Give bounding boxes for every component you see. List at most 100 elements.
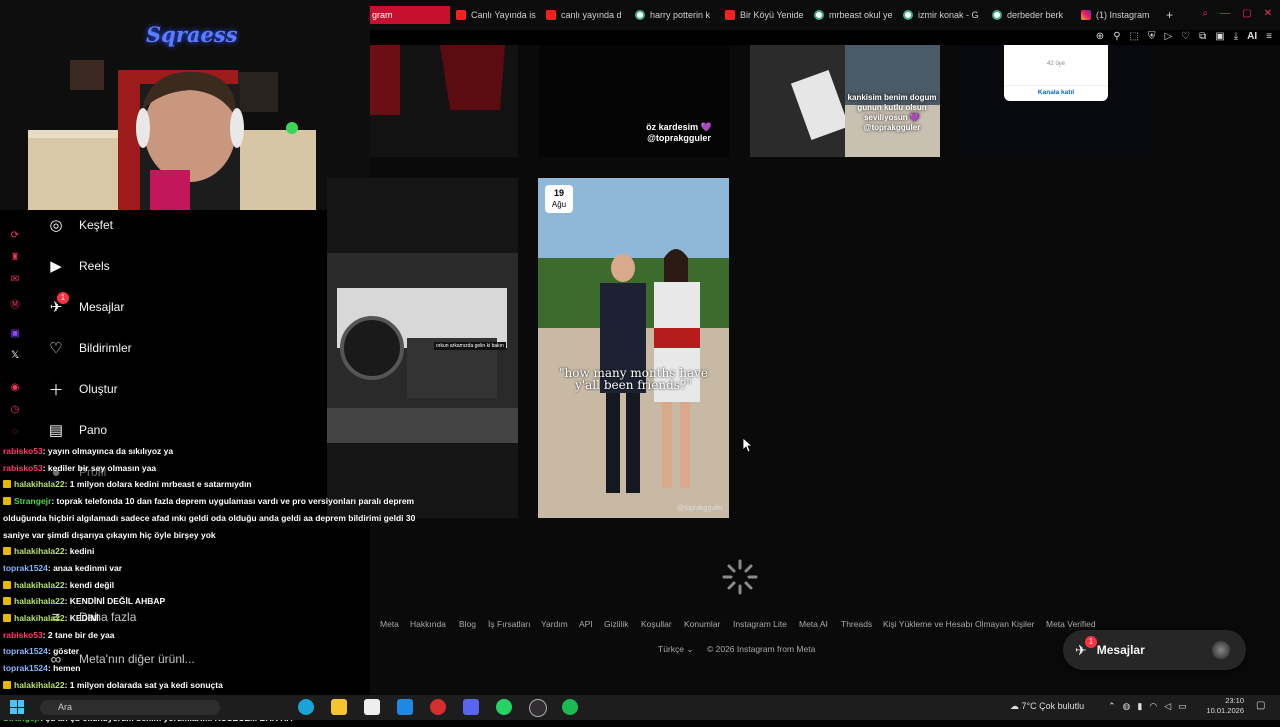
webcam-overlay: Sqraess xyxy=(0,0,370,210)
shield-icon[interactable]: ⛨ xyxy=(1148,31,1156,45)
opera-icon[interactable] xyxy=(430,699,446,715)
compass-icon: ◎ xyxy=(49,217,63,234)
sidebar-item-reels[interactable]: ▶ Reels xyxy=(47,257,109,275)
pin-icon[interactable]: ⚲ xyxy=(1113,31,1120,45)
ai-button[interactable]: AI xyxy=(1247,31,1257,45)
file-explorer-icon[interactable] xyxy=(331,699,347,715)
footer-link[interactable]: Gizlilik xyxy=(604,619,629,629)
chat-username: halakihala22 xyxy=(14,613,65,624)
obs-icon[interactable] xyxy=(529,699,547,717)
taskbar-search[interactable]: Ara xyxy=(40,700,220,715)
app-icon[interactable] xyxy=(397,699,413,715)
search-icon[interactable]: ⌕ xyxy=(1203,8,1209,19)
chat-message: toprak1524: hemen xyxy=(0,660,420,677)
chat-text: : kediler bir sey olmasın yaa xyxy=(42,462,157,473)
minimize-icon[interactable]: — xyxy=(1220,8,1230,19)
footer-link[interactable]: Konumlar xyxy=(684,619,720,629)
weather-widget[interactable]: ☁ 7°C Çok bulutlu xyxy=(1010,701,1084,712)
twitch-icon[interactable]: ▣ xyxy=(8,328,22,340)
post-tile-friends[interactable]: 19 Ağu "how many months have y'all been … xyxy=(538,178,729,518)
messages-pill-button[interactable]: ✈ 1 Mesajlar xyxy=(1063,630,1246,670)
chat-message: olduğunda hiçbiri algılamadı sadece afad… xyxy=(0,510,420,527)
rail-icon[interactable]: ◌ xyxy=(8,426,22,438)
chat-message: halakihala22: 1 milyon dolara kedini mrb… xyxy=(0,476,420,493)
sidebar-item-bildirimler[interactable]: ♡ Bildirimler xyxy=(47,339,131,357)
tab-youtube-3[interactable]: Bir Köyü Yenide xyxy=(725,6,805,24)
footer-link[interactable]: Threads xyxy=(841,619,872,629)
copyright: © 2026 Instagram from Meta xyxy=(707,644,816,654)
screenshot-icon[interactable]: ⬚ xyxy=(1130,31,1139,45)
join-channel-button[interactable]: Kanala katıl xyxy=(1004,85,1108,96)
post-tile-kankisim[interactable]: kankisim benim dogum gunun kutlu olsun s… xyxy=(750,45,940,157)
chat-message: toprak1524: göster xyxy=(0,643,420,660)
menu-icon[interactable]: ≡ xyxy=(1266,31,1272,45)
footer-link[interactable]: Meta Verified xyxy=(1046,619,1096,629)
sidebar-item-kesfet[interactable]: ◎ Keşfet xyxy=(47,216,113,234)
footer-link[interactable]: API xyxy=(579,619,593,629)
chat-text: : toprak telefonda 10 dan fazla deprem u… xyxy=(51,496,415,507)
footer-link[interactable]: Kişi Yükleme ve Hesabı Olmayan Kişiler xyxy=(883,619,1035,629)
tab-google-2[interactable]: mrbeast okul ye xyxy=(814,6,894,24)
extensions-icon[interactable]: ⧉ xyxy=(1199,31,1206,45)
tab-youtube-2[interactable]: canlı yayında d xyxy=(546,6,626,24)
zoom-icon[interactable]: ⊕ xyxy=(1096,31,1104,45)
footer-link[interactable]: Koşullar xyxy=(641,619,672,629)
close-icon[interactable]: ✕ xyxy=(1264,8,1272,19)
wifi-icon[interactable]: ◠ xyxy=(1149,701,1157,712)
maximize-icon[interactable]: ▢ xyxy=(1242,8,1251,19)
sidebar-item-pano[interactable]: ▤ Pano xyxy=(47,421,107,439)
chat-text: : 1 milyon dolara kedini mrbeast e satar… xyxy=(64,479,252,490)
windows-start-icon[interactable] xyxy=(10,700,24,714)
network-icon[interactable]: ◍ xyxy=(1123,701,1131,712)
instagram-icon xyxy=(1081,10,1091,20)
footer-link[interactable]: Blog xyxy=(459,619,476,629)
notification-icon[interactable]: ▢ xyxy=(1256,700,1265,711)
footer-link[interactable]: Meta xyxy=(380,619,399,629)
post-tile-kardesim[interactable]: öz kardesim 💜 @toprakgguler xyxy=(539,45,729,157)
x-icon[interactable]: 𝕏 xyxy=(8,350,22,362)
heart-outline-icon[interactable]: ♡ xyxy=(1181,31,1190,45)
tray-chevron-icon[interactable]: ⌃ xyxy=(1108,701,1116,712)
play-icon[interactable]: ▷ xyxy=(1164,31,1172,45)
tab-google-4[interactable]: derbeder berk xyxy=(992,6,1072,24)
microphone-icon[interactable]: ▮ xyxy=(1137,701,1142,712)
new-tab-button[interactable]: + xyxy=(1166,6,1180,24)
edge-icon[interactable] xyxy=(298,699,314,715)
post-tile-red-chair[interactable] xyxy=(370,45,518,157)
footer-link[interactable]: Meta AI xyxy=(799,619,828,629)
download-icon[interactable]: ⤓ xyxy=(1234,31,1238,45)
footer-link[interactable]: İş Fırsatları xyxy=(488,619,531,629)
whatsapp-icon[interactable] xyxy=(496,699,512,715)
rail-icon[interactable]: ♜ xyxy=(8,252,22,264)
tab-google-3[interactable]: izmir konak - G xyxy=(903,6,983,24)
channel-card: 42 üye Kanala katıl xyxy=(1004,45,1108,101)
tab-youtube-1[interactable]: Canlı Yayında is xyxy=(456,6,536,24)
tab-instagram-active[interactable]: gram xyxy=(370,6,450,24)
rail-icon[interactable]: ⟳ xyxy=(8,230,22,242)
taskbar-clock[interactable]: 23:10 10.01.2026 xyxy=(1200,696,1244,716)
chat-badge-icon xyxy=(3,614,11,623)
discord-icon[interactable] xyxy=(463,699,479,715)
rail-icon[interactable]: Ⓜ xyxy=(8,296,22,311)
rail-icon[interactable]: ✉ xyxy=(8,274,22,286)
spotify-icon[interactable] xyxy=(562,699,578,715)
volume-icon[interactable]: ◁ xyxy=(1164,701,1171,712)
wallet-icon[interactable]: ▣ xyxy=(1215,31,1224,45)
clock-icon[interactable]: ◷ xyxy=(8,404,22,416)
sidebar-item-mesajlar[interactable]: ✈ 1 Mesajlar xyxy=(47,292,124,316)
battery-icon[interactable]: ▭ xyxy=(1178,701,1187,712)
language-selector[interactable]: Türkçe ⌄ xyxy=(658,644,693,655)
chat-text: : kedini xyxy=(64,546,95,557)
tab-google-1[interactable]: harry potterin k xyxy=(635,6,715,24)
tab-instagram[interactable]: (1) Instagram xyxy=(1081,6,1161,24)
sidebar-item-olustur[interactable]: ＋ Oluştur xyxy=(47,380,117,399)
footer-link[interactable]: Hakkında xyxy=(410,619,446,629)
footer-link[interactable]: Instagram Lite xyxy=(733,619,787,629)
notification-badge: 1 xyxy=(57,292,69,304)
store-icon[interactable] xyxy=(364,699,380,715)
chat-badge-icon xyxy=(3,597,11,606)
youtube-icon xyxy=(546,10,556,20)
rail-icon[interactable]: ◉ xyxy=(8,382,22,394)
post-tile-channel[interactable]: 42 üye Kanala katıl xyxy=(961,45,1151,157)
footer-link[interactable]: Yardım xyxy=(541,619,568,629)
